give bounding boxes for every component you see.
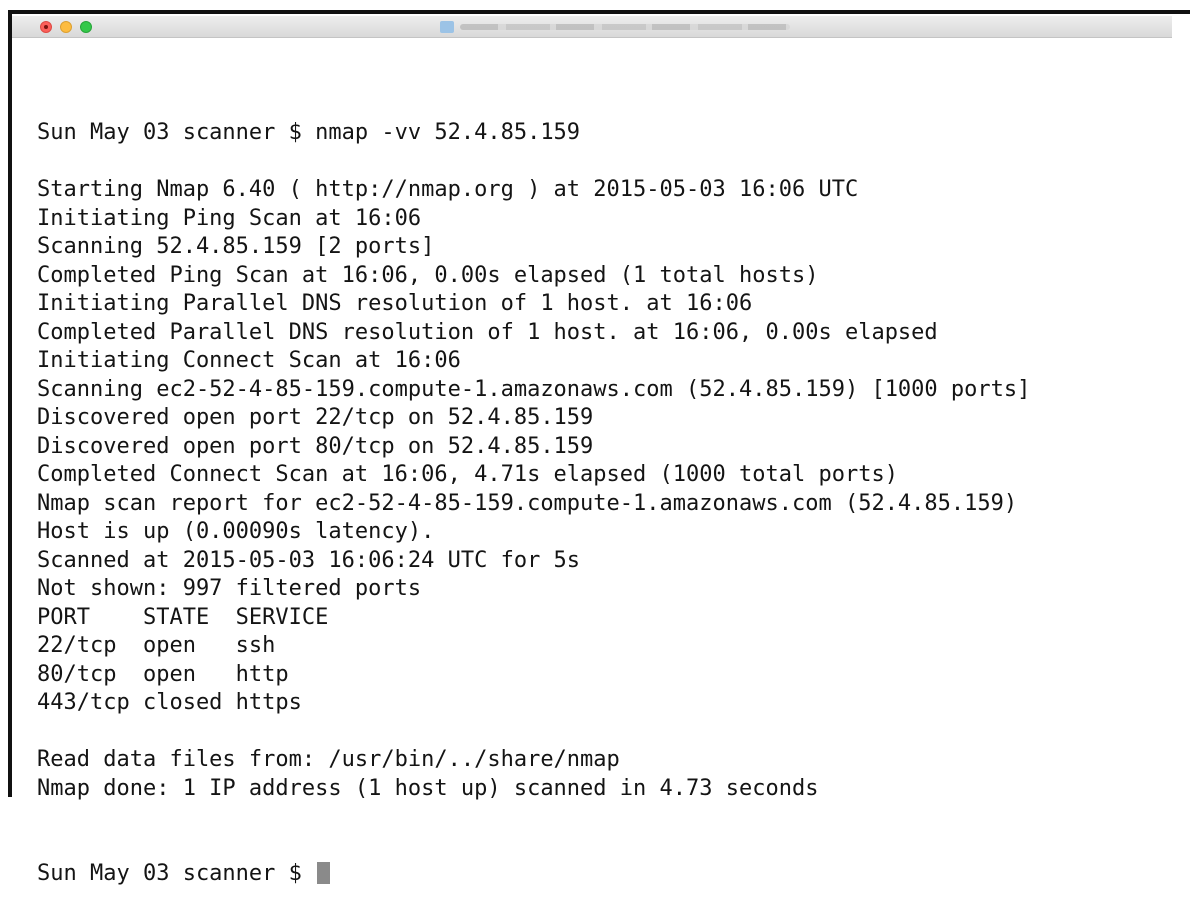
terminal-line: 22/tcp open ssh xyxy=(37,633,276,658)
terminal-line: Discovered open port 80/tcp on 52.4.85.1… xyxy=(37,433,594,459)
terminal-line: Initiating Ping Scan at 16:06 xyxy=(37,205,422,231)
terminal-line: Completed Parallel DNS resolution of 1 h… xyxy=(37,319,938,345)
close-icon xyxy=(44,25,48,29)
terminal-line: Scanning ec2-52-4-85-159.compute-1.amazo… xyxy=(37,376,1031,402)
terminal-line: Completed Ping Scan at 16:06, 0.00s elap… xyxy=(37,262,819,288)
terminal-output[interactable]: Sun May 03 scanner $ nmap -vv 52.4.85.15… xyxy=(37,62,1177,917)
terminal-line: Discovered open port 22/tcp on 52.4.85.1… xyxy=(37,405,594,430)
window-title-blurred xyxy=(460,24,790,30)
text-cursor xyxy=(317,862,331,884)
terminal-line: 443/tcp closed https xyxy=(37,690,302,715)
terminal-line: Nmap done: 1 IP address (1 host up) scan… xyxy=(37,775,819,801)
terminal-line: Initiating Parallel DNS resolution of 1 … xyxy=(37,291,753,316)
terminal-line: PORT STATE SERVICE xyxy=(37,604,329,630)
zoom-window-button[interactable] xyxy=(80,21,92,33)
window-titlebar[interactable] xyxy=(12,16,1172,38)
terminal-line: Host is up (0.00090s latency). xyxy=(37,519,435,544)
terminal-line: Initiating Connect Scan at 16:06 xyxy=(37,348,461,373)
folder-icon xyxy=(440,21,454,33)
terminal-line: Completed Connect Scan at 16:06, 4.71s e… xyxy=(37,462,898,487)
terminal-prompt-line[interactable]: Sun May 03 scanner $ xyxy=(37,860,1177,889)
terminal-line: Sun May 03 scanner $ nmap -vv 52.4.85.15… xyxy=(37,120,581,145)
terminal-prompt: Sun May 03 scanner $ xyxy=(37,861,316,886)
terminal-line: Scanned at 2015-05-03 16:06:24 UTC for 5… xyxy=(37,547,581,573)
terminal-lines: Sun May 03 scanner $ nmap -vv 52.4.85.15… xyxy=(37,119,1177,803)
close-window-button[interactable] xyxy=(40,21,52,33)
terminal-line: Not shown: 997 filtered ports xyxy=(37,576,422,601)
terminal-line: Read data files from: /usr/bin/../share/… xyxy=(37,747,620,772)
terminal-line: 80/tcp open http xyxy=(37,661,289,687)
terminal-line: Starting Nmap 6.40 ( http://nmap.org ) a… xyxy=(37,177,859,202)
minimize-window-button[interactable] xyxy=(60,21,72,33)
terminal-line: Scanning 52.4.85.159 [2 ports] xyxy=(37,234,435,259)
terminal-line: Nmap scan report for ec2-52-4-85-159.com… xyxy=(37,490,1018,516)
